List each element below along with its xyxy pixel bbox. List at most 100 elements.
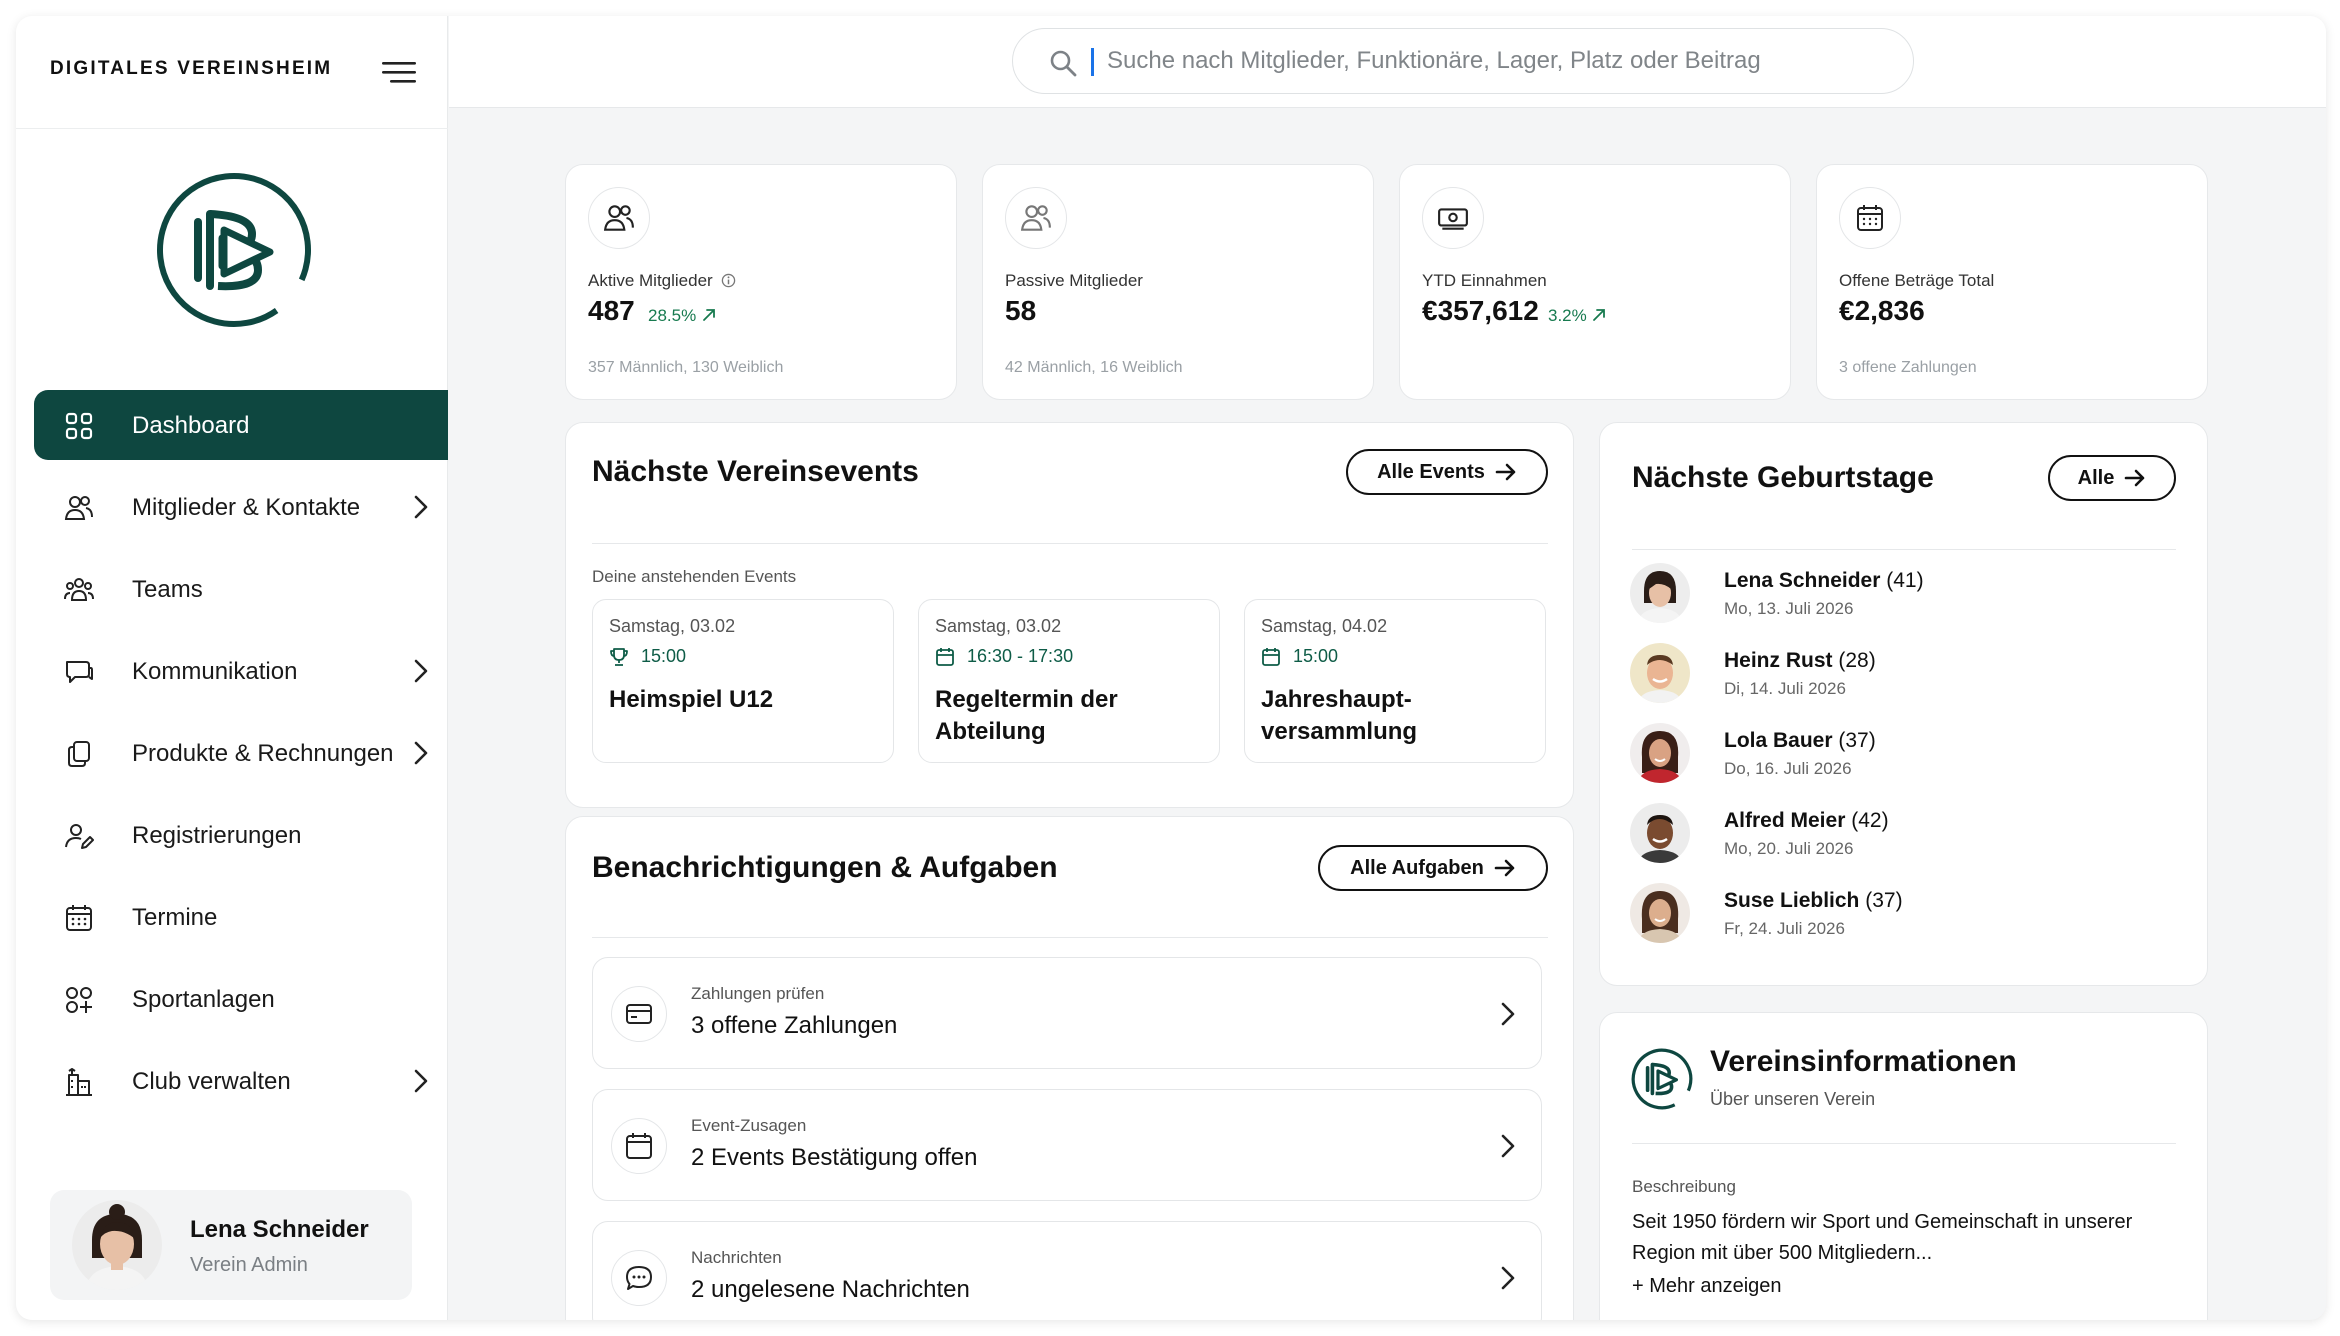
stat-icon [1422,187,1484,249]
all-tasks-button[interactable]: Alle Aufgaben [1318,845,1548,891]
chevron-right-icon [1501,1002,1515,1026]
chevron-right-icon [414,495,428,519]
search-input[interactable] [1107,43,1887,79]
task-row-event-zusagen[interactable]: Event-Zusagen 2 Events Bestätigung offen [592,1089,1542,1201]
avatar [1630,563,1690,623]
divider [1632,1143,2176,1144]
sidebar-item-dashboard[interactable]: Dashboard [34,390,448,460]
sidebar-item-kommunikation[interactable]: Kommunikation [34,636,448,706]
documents-icon [68,741,90,767]
sidebar-item-label: Registrierungen [132,822,302,849]
stat-icon [1839,187,1901,249]
stat-card-offene-betraege[interactable]: Offene Beträge Total €2,836 3 offene Zah… [1816,164,2208,400]
event-card[interactable]: Samstag, 04.02 15:00 Jahreshaupt-versamm… [1244,599,1546,763]
birthday-row[interactable]: Heinz Rust (28) Di, 14. Juli 2026 [1630,643,2150,709]
task-row-nachrichten[interactable]: Nachrichten 2 ungelesene Nachrichten [592,1221,1542,1320]
sidebar-item-label: Dashboard [132,412,250,439]
top-bar [449,16,2326,108]
chevron-right-icon [414,659,428,683]
events-section: Nächste Vereinsevents Alle Events Deine … [565,422,1574,808]
task-category: Event-Zusagen [691,1116,807,1135]
event-time: 16:30 - 17:30 [935,646,1073,667]
stat-card-passive-mitglieder[interactable]: Passive Mitglieder 58 42 Männlich, 16 We… [982,164,1374,400]
all-birthdays-button[interactable]: Alle [2048,455,2176,501]
sidebar-item-label: Produkte & Rechnungen [132,740,394,767]
app-window: DIGITALES VEREINSHEIM Dashboard Mitglied… [16,16,2326,1320]
message-icon [626,1266,652,1290]
birthday-date: Fr, 24. Juli 2026 [1724,919,1845,938]
app-title: DIGITALES VEREINSHEIM [50,58,333,79]
event-date: Samstag, 04.02 [1261,616,1388,636]
task-category: Nachrichten [691,1248,782,1267]
calendar-icon [936,647,954,666]
event-card[interactable]: Samstag, 03.02 16:30 - 17:30 Regeltermin… [918,599,1220,763]
sidebar-item-termine[interactable]: Termine [34,882,448,952]
stat-card-aktive-mitglieder[interactable]: Aktive Mitglieder 487 28.5% 357 Männlich… [565,164,957,400]
arrow-right-icon [2125,469,2145,487]
sidebar-item-label: Mitglieder & Kontakte [132,494,361,521]
event-date: Samstag, 03.02 [935,616,1062,636]
sidebar-item-sportanlagen[interactable]: Sportanlagen [34,964,448,1034]
info-icon[interactable] [721,273,736,288]
user-name: Lena Schneider [190,1216,369,1243]
sidebar-item-mitglieder[interactable]: Mitglieder & Kontakte [34,472,448,542]
search-bar[interactable] [1012,28,1914,94]
birthday-date: Mo, 20. Juli 2026 [1724,839,1854,858]
calendar-icon [66,905,92,931]
current-user-card[interactable]: Lena Schneider Verein Admin [50,1190,412,1300]
chevron-right-icon [1501,1134,1515,1158]
club-logo [156,173,311,327]
stat-value: 58 [1005,295,1037,326]
button-label: Alle [2077,466,2115,489]
money-icon [1438,208,1468,230]
birthday-date: Di, 14. Juli 2026 [1724,679,1846,698]
divider [1632,549,2176,550]
sidebar-item-label: Sportanlagen [132,986,275,1013]
sidebar-item-label: Teams [132,576,203,603]
task-text: 3 offene Zahlungen [691,1012,898,1039]
birthday-row[interactable]: Lena Schneider (41) Mo, 13. Juli 2026 [1630,563,2150,629]
task-icon [611,1118,667,1174]
club-info-description: Seit 1950 fördern wir Sport und Gemeinsc… [1632,1211,2133,1264]
sidebar-item-produkte[interactable]: Produkte & Rechnungen [34,718,448,788]
club-logo-icon [1631,1048,1693,1110]
arrow-right-icon [1495,463,1516,481]
birthday-row[interactable]: Suse Lieblich (37) Fr, 24. Juli 2026 [1630,883,2150,949]
task-icon [611,1250,667,1306]
stat-subtext: 42 Männlich, 16 Weiblich [1005,359,1183,376]
avatar [72,1200,162,1290]
sidebar-item-club-verwalten[interactable]: Club verwalten [34,1046,448,1116]
chat-icon [66,661,93,683]
stat-label: Aktive Mitglieder [588,271,736,291]
avatar [1630,803,1690,863]
trophy-icon [610,647,628,666]
teams-icon [64,578,94,601]
sidebar-item-teams[interactable]: Teams [34,554,448,624]
event-date: Samstag, 03.02 [609,616,736,636]
all-events-button[interactable]: Alle Events [1346,449,1548,495]
events-title: Nächste Vereinsevents [592,455,919,488]
hamburger-menu-icon[interactable] [382,58,416,86]
show-more-link[interactable]: + Mehr anzeigen [1632,1275,1782,1298]
sidebar-item-label: Kommunikation [132,658,298,685]
button-label: Alle Events [1377,460,1485,483]
birthday-row[interactable]: Lola Bauer (37) Do, 16. Juli 2026 [1630,723,2150,789]
task-icon [611,986,667,1042]
events-subtitle: Deine anstehenden Events [592,567,797,586]
stat-label: YTD Einnahmen [1422,271,1547,290]
birthdays-section: Nächste Geburtstage Alle Lena Schneider … [1599,422,2208,986]
event-card[interactable]: Samstag, 03.02 15:00 Heimspiel U12 [592,599,894,763]
task-row-zahlungen[interactable]: Zahlungen prüfen 3 offene Zahlungen [592,957,1542,1069]
task-text: 2 ungelesene Nachrichten [691,1276,970,1303]
users-icon [1020,205,1051,231]
arrow-right-icon [1494,859,1515,877]
event-time: 15:00 [1261,646,1338,667]
dashboard-grid-icon [65,412,93,440]
sidebar-item-registrierungen[interactable]: Registrierungen [34,800,448,870]
event-title: Jahreshaupt-versammlung [1261,686,1418,745]
stat-card-ytd-einnahmen[interactable]: YTD Einnahmen €357,612 3.2% [1399,164,1791,400]
facilities-icon [66,987,92,1013]
birthday-row[interactable]: Alfred Meier (42) Mo, 20. Juli 2026 [1630,803,2150,869]
club-info-section: Vereinsinformationen Über unseren Verein… [1599,1012,2208,1320]
calendar-icon [1857,205,1883,231]
